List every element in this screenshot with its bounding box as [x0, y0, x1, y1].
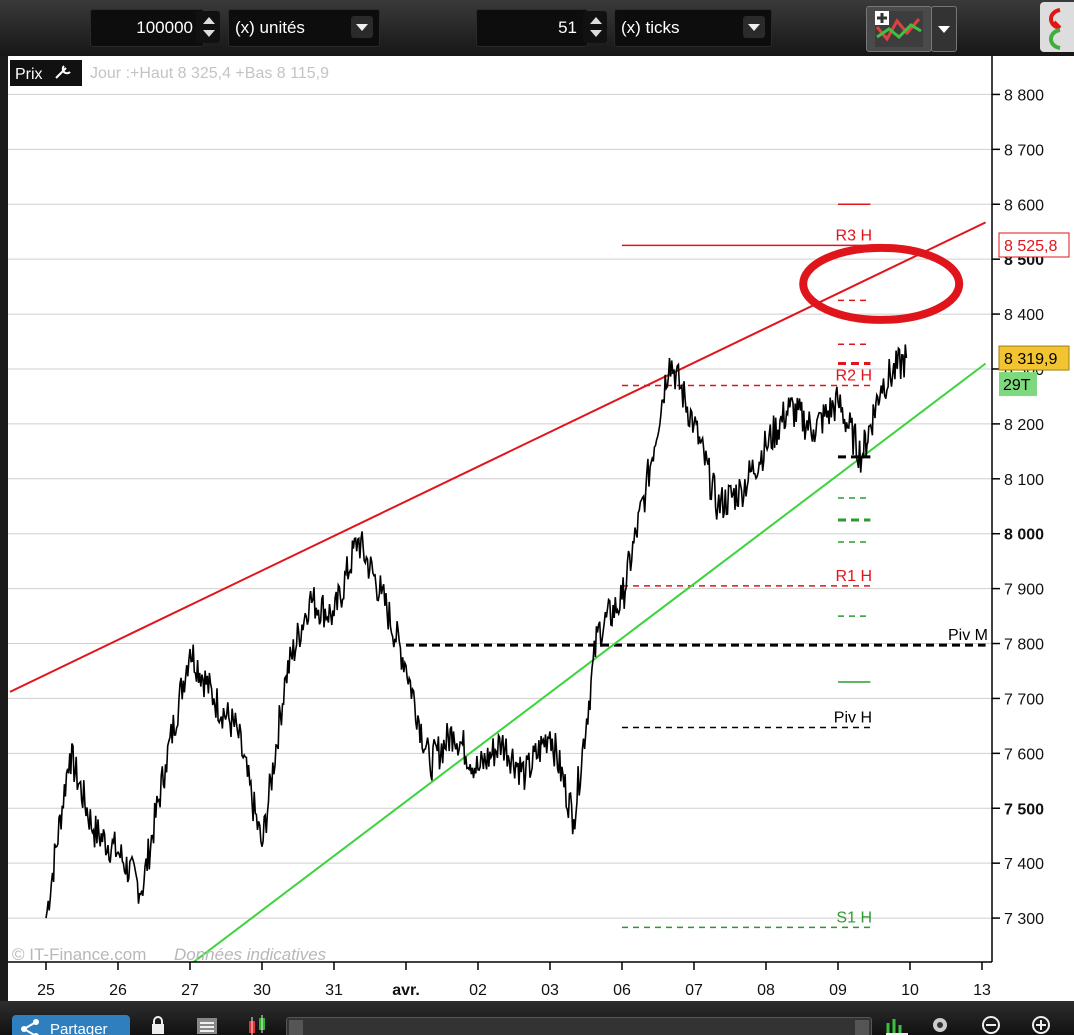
quantity-input[interactable]: 100000 [90, 9, 204, 47]
zoom-in-icon[interactable] [1030, 1015, 1052, 1035]
scroll-right-icon[interactable] [855, 1020, 869, 1035]
share-button[interactable]: Partager [12, 1015, 130, 1035]
lock-icon[interactable] [150, 1015, 166, 1035]
pivot-level-label: R2 H [836, 367, 872, 384]
y-tick-label: 7 400 [1004, 856, 1044, 873]
pivot-level-label: Piv H [834, 710, 872, 727]
last-price-tag: 8 319,9 [1004, 351, 1057, 368]
pivot-level-label: S1 H [836, 909, 872, 926]
y-axis: 8 8008 7008 6008 5008 4008 3008 2008 100… [992, 87, 1044, 928]
quantity-unit-label: (x) unités [235, 18, 305, 37]
x-tick-label: 08 [757, 982, 775, 999]
y-tick-label: 8 400 [1004, 307, 1044, 324]
y-tick-label: 7 600 [1004, 746, 1044, 763]
chart-area[interactable]: 8 8008 7008 6008 5008 4008 3008 2008 100… [8, 56, 1074, 1001]
time-scrollbar[interactable] [286, 1017, 872, 1035]
share-label: Partager [50, 1021, 108, 1035]
ticks-unit-select[interactable]: (x) ticks [614, 9, 772, 47]
x-tick-label: 07 [685, 982, 703, 999]
watermark-brand: © IT-Finance.com [12, 945, 146, 964]
x-tick-label: 26 [109, 982, 127, 999]
pivot-level-label: Piv M [948, 627, 988, 644]
top-toolbar: 100000 (x) unités 51 (x) ticks [0, 0, 1074, 56]
candles-icon[interactable] [246, 1015, 272, 1035]
x-tick-label: avr. [392, 982, 420, 999]
trading-window: 100000 (x) unités 51 (x) ticks 8 800 8 7… [0, 0, 1074, 1035]
y-tick-label: 8 200 [1004, 417, 1044, 434]
y-tick-label: 8 700 [1004, 142, 1044, 159]
chevron-down-icon[interactable] [351, 16, 373, 38]
share-icon [21, 1019, 39, 1035]
x-tick-label: 27 [181, 982, 199, 999]
quantity-stepper[interactable] [196, 11, 220, 43]
ticks-unit-label: (x) ticks [621, 18, 680, 37]
stepper-down-icon[interactable] [203, 30, 215, 37]
list-icon[interactable] [196, 1015, 218, 1035]
indicator-chart-icon [875, 11, 923, 47]
indicators-dropdown[interactable] [931, 6, 957, 52]
chart-type-icon[interactable] [884, 1015, 910, 1035]
zoom-out-icon[interactable] [980, 1015, 1002, 1035]
day-range-info: Jour :+Haut 8 325,4 +Bas 8 115,9 [90, 65, 329, 82]
x-axis: 25 26 27 30 31 avr. 02 03 06 07 08 09 10 13 [37, 962, 991, 999]
x-tick-label: 06 [613, 982, 631, 999]
quantity-value: 100000 [136, 18, 193, 37]
y-tick-label: 8 100 [1004, 472, 1044, 489]
y-tick-label: 7 900 [1004, 582, 1044, 599]
stepper-down-icon[interactable] [590, 30, 602, 37]
y-tick-label: 7 300 [1004, 911, 1044, 928]
x-tick-label: 30 [253, 982, 271, 999]
x-tick-label: 31 [325, 982, 343, 999]
x-tick-label: 09 [829, 982, 847, 999]
pivot-level-label: R1 H [836, 568, 872, 585]
scroll-left-icon[interactable] [289, 1020, 303, 1035]
y-tick-label: 7 500 [1004, 801, 1044, 818]
bottom-toolbar: Partager [0, 1001, 1074, 1035]
red-arrows-button[interactable] [1040, 2, 1074, 52]
resistance-price-tag: 8 525,8 [1004, 238, 1057, 255]
x-tick-label: 03 [541, 982, 559, 999]
timer-tag: 29T [1003, 377, 1031, 394]
y-tick-label: 8 000 [1004, 527, 1044, 544]
price-header-label: Prix [15, 66, 43, 83]
stepper-up-icon[interactable] [590, 17, 602, 24]
x-tick-label: 10 [901, 982, 919, 999]
y-tick-label: 7 800 [1004, 637, 1044, 654]
x-tick-label: 25 [37, 982, 55, 999]
ticks-input[interactable]: 51 [476, 9, 588, 47]
indicators-button[interactable] [866, 6, 932, 52]
settings-icon[interactable] [930, 1015, 956, 1035]
stepper-up-icon[interactable] [203, 17, 215, 24]
price-chart[interactable]: 8 8008 7008 6008 5008 4008 3008 2008 100… [8, 56, 1074, 1001]
pivot-level-label: R3 H [836, 227, 872, 244]
y-tick-label: 8 800 [1004, 87, 1044, 104]
red-arrows-icon [1049, 8, 1062, 50]
quantity-unit-select[interactable]: (x) unités [228, 9, 380, 47]
ticks-value: 51 [558, 18, 577, 37]
x-tick-label: 02 [469, 982, 487, 999]
y-tick-label: 7 700 [1004, 691, 1044, 708]
plot-background [8, 56, 992, 962]
x-tick-label: 13 [973, 982, 991, 999]
ticks-stepper[interactable] [583, 11, 607, 43]
y-tick-label: 8 600 [1004, 197, 1044, 214]
chevron-down-icon[interactable] [743, 16, 765, 38]
watermark-note: Données indicatives [174, 945, 327, 964]
